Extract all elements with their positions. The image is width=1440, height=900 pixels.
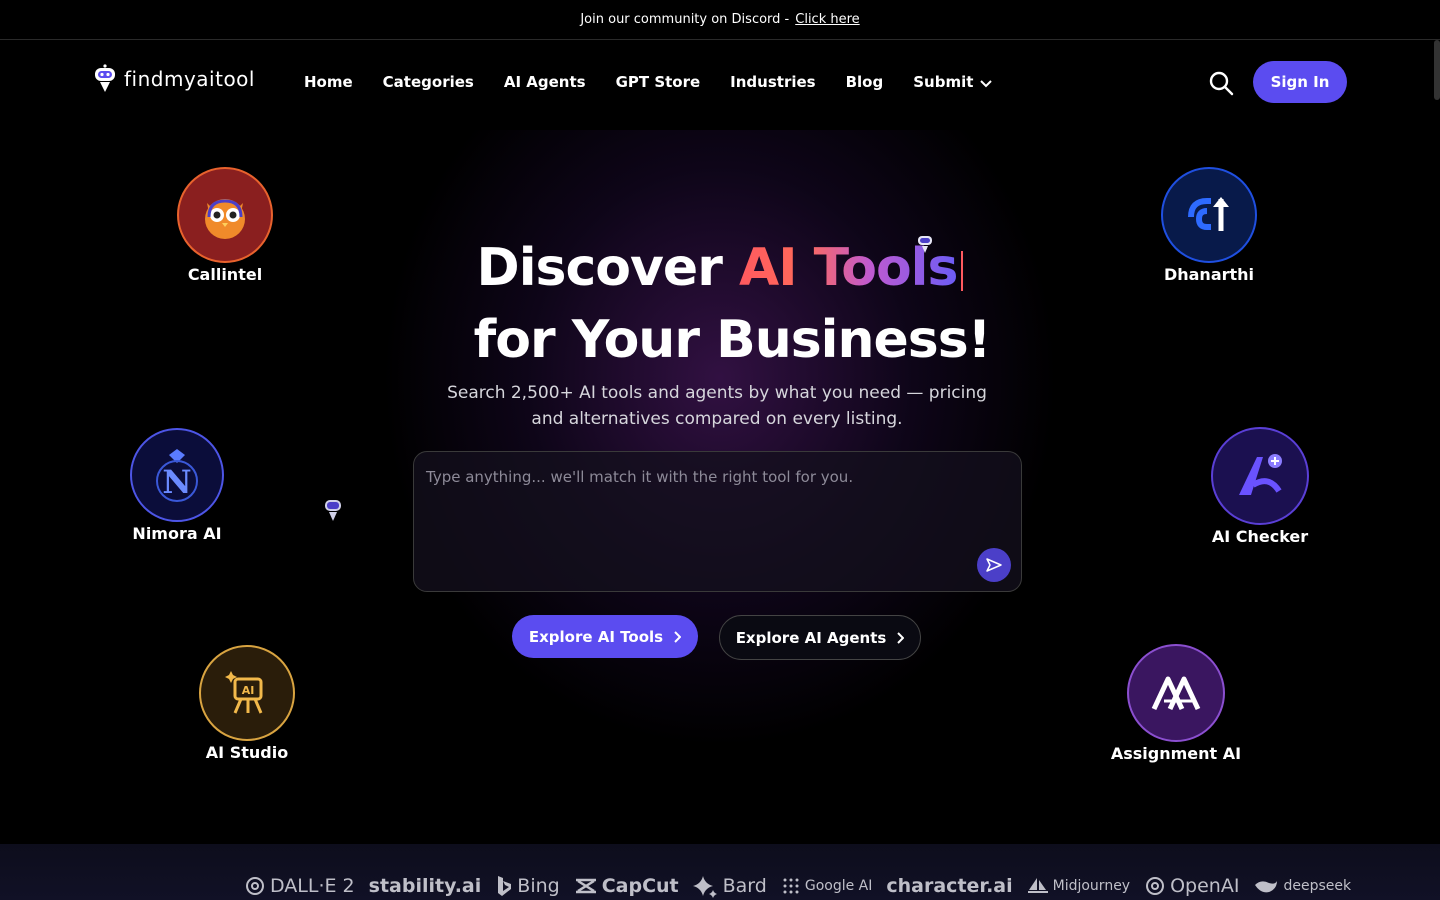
- tool-name: Nimora AI: [132, 524, 222, 543]
- explore-ai-agents-button[interactable]: Explore AI Agents: [719, 615, 921, 660]
- hero-title-line2: for Your Business!: [473, 310, 992, 370]
- mini-robot-icon: [918, 236, 932, 253]
- sailboat-icon: [1027, 878, 1048, 893]
- tool-ai-checker[interactable]: AI Checker: [1200, 427, 1320, 546]
- logo-text: findmyaitool: [124, 67, 255, 91]
- bing-icon: [498, 876, 512, 896]
- logo[interactable]: findmyaitool: [92, 64, 255, 94]
- tool-dhanarthi[interactable]: Dhanarthi: [1149, 167, 1269, 284]
- explore-ai-tools-label: Explore AI Tools: [528, 627, 664, 646]
- brand-deepseek: deepseek: [1253, 877, 1351, 895]
- tool-ai-studio[interactable]: AI AI Studio: [187, 645, 307, 762]
- brand-label: CapCut: [601, 875, 679, 897]
- tool-name: AI Checker: [1211, 527, 1309, 546]
- brand-label: deepseek: [1283, 878, 1352, 894]
- brand-strip: DALL·E 2 stability.ai Bing CapCut Bard G…: [0, 844, 1440, 900]
- svg-text:N: N: [162, 463, 191, 501]
- sparkle-icon: [692, 876, 717, 898]
- nav-submit[interactable]: Submit: [913, 73, 993, 91]
- brand-label: DALL·E 2: [270, 875, 355, 897]
- hero-glow: [380, 130, 1060, 750]
- nav-submit-label: Submit: [913, 73, 974, 91]
- owl-icon: [177, 167, 273, 263]
- search-input-placeholder: Type anything... we'll match it with the…: [426, 468, 854, 486]
- brand-label: OpenAI: [1170, 875, 1240, 897]
- send-button[interactable]: [977, 548, 1011, 582]
- openai-knot-icon: [246, 877, 264, 895]
- tool-nimora-ai[interactable]: N Nimora AI: [117, 428, 237, 543]
- send-icon: [986, 558, 1002, 572]
- tool-name: Assignment AI: [1110, 744, 1242, 763]
- robot-logo-icon: [95, 64, 115, 92]
- explore-ai-agents-label: Explore AI Agents: [735, 628, 887, 647]
- brand-label: character.ai: [886, 875, 1013, 897]
- search-icon[interactable]: [1208, 70, 1234, 96]
- brand-row: DALL·E 2 stability.ai Bing CapCut Bard G…: [244, 874, 1351, 898]
- nimora-icon: N: [130, 428, 224, 522]
- nav-links: Home Categories AI Agents GPT Store Indu…: [304, 73, 993, 91]
- tool-name: Dhanarthi: [1163, 265, 1255, 284]
- dots-icon: [783, 878, 799, 894]
- brand-character-ai: character.ai: [886, 875, 1012, 897]
- nav-ai-agents[interactable]: AI Agents: [504, 73, 586, 91]
- tool-assignment-ai[interactable]: Assignment AI: [1106, 644, 1246, 763]
- brand-label: Bard: [722, 875, 767, 897]
- brand-bing: Bing: [495, 875, 560, 897]
- announcement-text: Join our community on Discord -: [580, 12, 790, 27]
- announcement-bar: Join our community on Discord - Click he…: [0, 0, 1440, 40]
- brand-midjourney: Midjourney: [1027, 876, 1130, 896]
- svg-text:AI: AI: [242, 684, 255, 697]
- explore-ai-tools-button[interactable]: Explore AI Tools: [512, 615, 698, 658]
- whale-icon: [1255, 881, 1278, 893]
- ai-checker-icon: [1211, 427, 1309, 525]
- nav-blog[interactable]: Blog: [846, 73, 884, 91]
- chevron-right-icon: [897, 631, 905, 644]
- typing-cursor: [961, 251, 964, 291]
- hero-subtitle: Search 2,500+ AI tools and agents by wha…: [447, 383, 987, 429]
- tool-name: Callintel: [187, 265, 263, 284]
- brand-label: Google AI: [804, 878, 873, 894]
- assignment-icon: [1127, 644, 1225, 742]
- brand-capcut: CapCut: [574, 875, 679, 897]
- brand-label: Bing: [517, 875, 560, 897]
- sign-in-button[interactable]: Sign In: [1253, 61, 1347, 103]
- search-prompt-box[interactable]: Type anything... we'll match it with the…: [413, 451, 1022, 592]
- dhanarthi-icon: [1161, 167, 1257, 263]
- discord-link[interactable]: Click here: [795, 12, 859, 27]
- brand-label: stability.ai: [368, 875, 482, 897]
- capcut-icon: [575, 878, 596, 894]
- brand-google-ai: Google AI: [781, 876, 873, 896]
- brand-label: Midjourney: [1052, 878, 1131, 894]
- chevron-right-icon: [674, 630, 682, 643]
- brand-stability: stability.ai: [369, 875, 482, 897]
- brand-dalle: DALL·E 2: [244, 875, 355, 897]
- openai-knot-icon: [1146, 877, 1165, 895]
- nav-categories[interactable]: Categories: [383, 73, 474, 91]
- nav-home[interactable]: Home: [304, 73, 353, 91]
- floating-robot-icon: [325, 500, 341, 521]
- brand-bard: Bard: [692, 874, 767, 898]
- nav-industries[interactable]: Industries: [730, 73, 815, 91]
- nav-gpt-store[interactable]: GPT Store: [616, 73, 701, 91]
- chevron-down-icon: [980, 79, 993, 87]
- brand-openai: OpenAI: [1144, 875, 1239, 897]
- main-nav: findmyaitool Home Categories AI Agents G…: [0, 40, 1440, 126]
- ai-studio-icon: AI: [199, 645, 295, 741]
- tool-callintel[interactable]: Callintel: [165, 167, 285, 284]
- tool-name: AI Studio: [205, 743, 289, 762]
- hero-title-part1: Discover: [476, 238, 739, 298]
